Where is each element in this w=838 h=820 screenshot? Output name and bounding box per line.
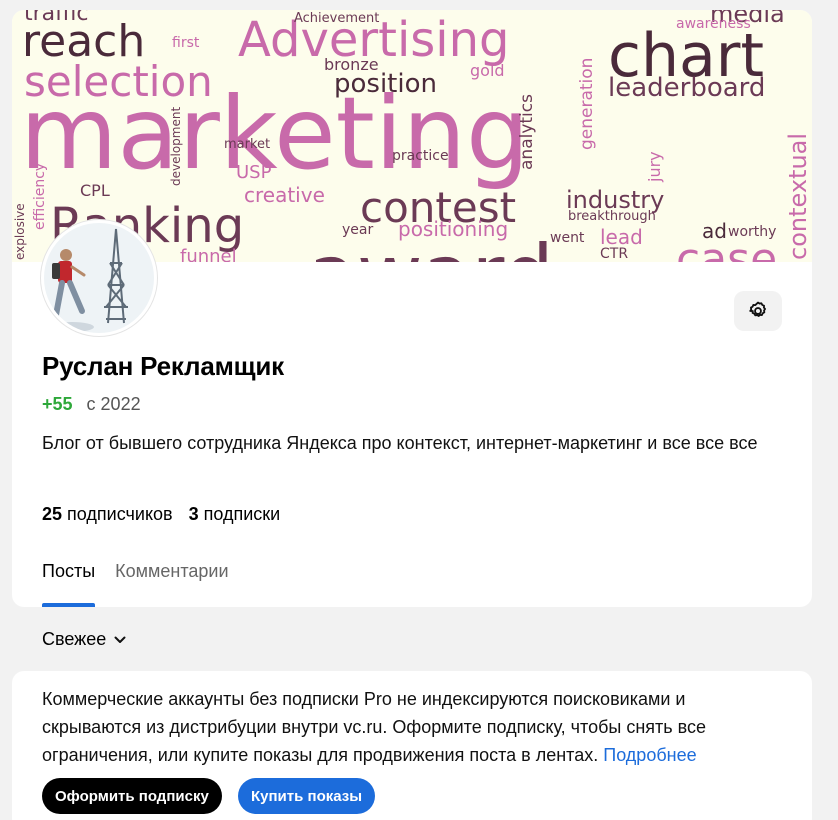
cover-word: market	[224, 137, 270, 152]
cover-word: case	[676, 234, 777, 262]
profile-card: traffic reach Advertising chart media fi…	[12, 10, 812, 607]
more-link[interactable]: Подробнее	[603, 745, 696, 765]
settings-button[interactable]	[734, 291, 782, 331]
profile-bio: Блог от бывшего сотрудника Яндекса про к…	[42, 433, 758, 453]
chevron-down-icon	[114, 636, 126, 643]
followers-label: подписчиков	[67, 504, 173, 524]
following-link[interactable]: 3 подписки	[189, 504, 281, 525]
avatar[interactable]	[41, 220, 157, 336]
cover-word: funnel	[180, 246, 237, 262]
followers-count: 25	[42, 504, 63, 524]
cover-word: explosive	[13, 203, 27, 260]
following-label: подписки	[203, 504, 281, 524]
cover-word: Achievement	[294, 11, 379, 26]
cover-word: went	[550, 230, 585, 246]
pro-notice: Коммерческие аккаунты без подписки Pro н…	[12, 671, 812, 820]
followers-link[interactable]: 25 подписчиков	[42, 504, 173, 525]
tab-posts[interactable]: Посты	[42, 561, 96, 607]
avatar-image	[44, 223, 154, 333]
profile-meta: +55 с 2022	[42, 394, 141, 415]
cover-word: creative	[244, 183, 325, 207]
tab-comments[interactable]: Комментарии	[115, 561, 228, 607]
member-since: с 2022	[86, 394, 141, 414]
word-cloud: traffic reach Advertising chart media fi…	[13, 10, 812, 262]
notice-text-block: Коммерческие аккаунты без подписки Pro н…	[42, 685, 782, 769]
subscribe-button[interactable]: Оформить подписку	[42, 778, 222, 814]
cover-word: first	[172, 35, 200, 51]
cover-word: USP	[236, 162, 272, 183]
cover-word: jury	[645, 151, 664, 183]
gear-icon	[749, 301, 766, 317]
cover-word: awareness	[676, 16, 751, 32]
profile-tabs: Посты Комментарии	[42, 561, 229, 607]
following-count: 3	[188, 504, 199, 524]
rating-badge[interactable]: +55	[42, 394, 73, 415]
cover-word: practice	[392, 148, 449, 164]
cover-word: leaderboard	[608, 73, 765, 103]
cover-word: contextual	[784, 133, 812, 260]
sort-dropdown[interactable]: Свежее	[42, 629, 126, 650]
cover-word: CTR	[600, 246, 628, 262]
profile-stats: 25 подписчиков 3 подписки	[42, 504, 280, 525]
cover-word: efficiency	[32, 163, 48, 230]
profile-name: Руслан Рекламщик	[42, 351, 284, 381]
cover-word: analytics	[517, 94, 537, 170]
cover-word: generation	[577, 58, 597, 150]
cover-word: breakthrough	[568, 209, 656, 224]
cover-word: award	[308, 228, 554, 262]
sort-label: Свежее	[42, 629, 107, 649]
cover-word: marketing	[20, 75, 530, 192]
cover-word: development	[169, 107, 183, 186]
buy-impressions-button[interactable]: Купить показы	[238, 778, 376, 814]
cover-image: traffic reach Advertising chart media fi…	[12, 10, 812, 262]
